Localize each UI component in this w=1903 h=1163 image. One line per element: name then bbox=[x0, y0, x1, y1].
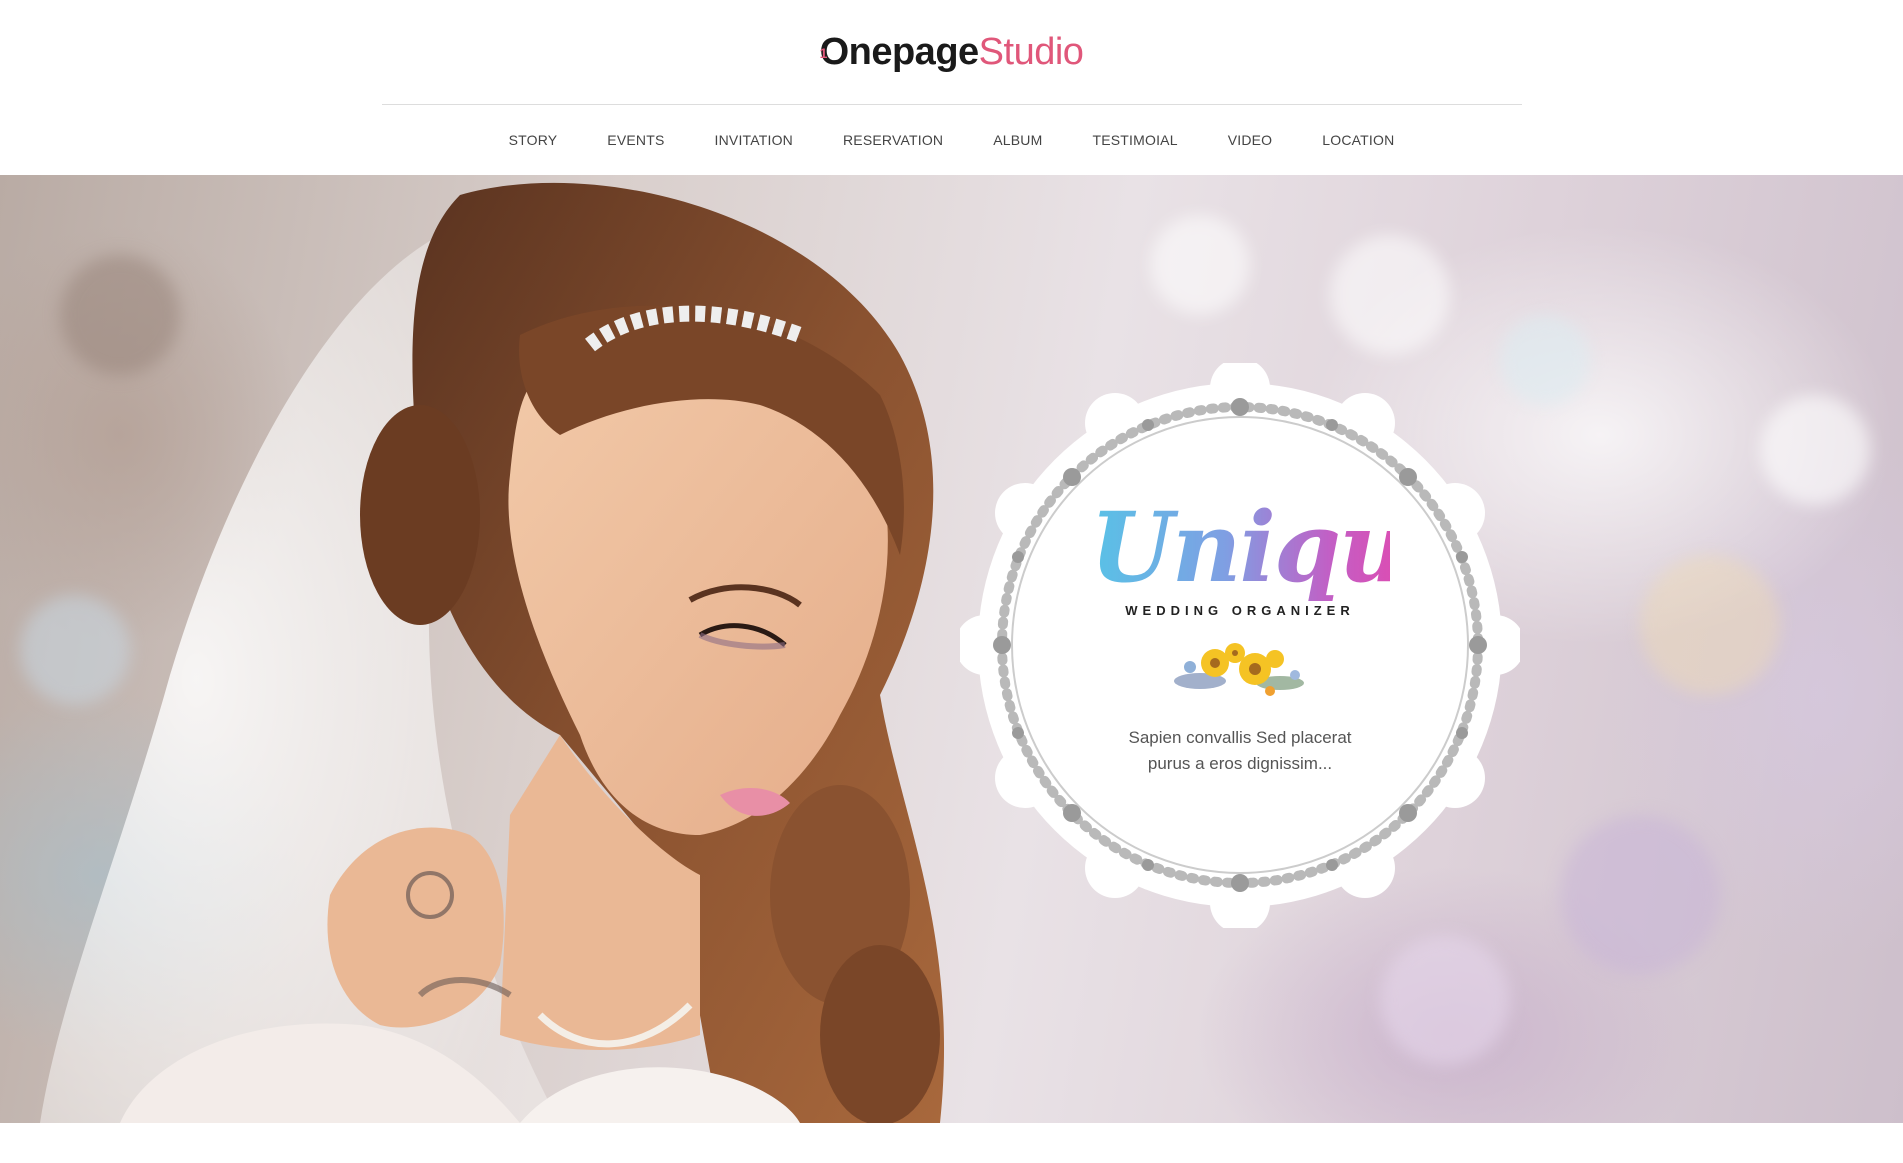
hero-badge: Unique WEDDING ORGANIZER Sapien convalli… bbox=[960, 363, 1520, 928]
nav-item-events[interactable]: EVENTS bbox=[582, 128, 689, 152]
nav-item-story[interactable]: STORY bbox=[484, 128, 583, 152]
logo-digit: 1 bbox=[819, 45, 828, 61]
nav-item-video[interactable]: VIDEO bbox=[1203, 128, 1298, 152]
nav-item-location[interactable]: LOCATION bbox=[1297, 128, 1419, 152]
logo-text-dark: nepage bbox=[848, 31, 980, 73]
badge-description: Sapien convallis Sed placerat purus a er… bbox=[1090, 725, 1390, 777]
bokeh-light bbox=[1640, 555, 1780, 695]
bokeh-light bbox=[1150, 215, 1250, 315]
bokeh-light bbox=[1380, 935, 1510, 1065]
flower-bouquet-icon bbox=[1174, 643, 1304, 696]
badge-text-line-1: Sapien convallis Sed placerat bbox=[1128, 728, 1352, 747]
nav-item-invitation[interactable]: INVITATION bbox=[690, 128, 818, 152]
badge-title: Unique bbox=[1090, 491, 1468, 604]
hero-banner: Unique WEDDING ORGANIZER Sapien convalli… bbox=[0, 175, 1903, 1123]
site-header: 1 OnepageStudio STORY EVENTS INVITATION R… bbox=[0, 0, 1903, 175]
header-divider bbox=[382, 104, 1522, 105]
nav-item-testimonial[interactable]: TESTIMOIAL bbox=[1067, 128, 1202, 152]
logo-text-accent: Studio bbox=[978, 31, 1084, 73]
nav-item-album[interactable]: ALBUM bbox=[968, 128, 1067, 152]
site-logo[interactable]: 1 OnepageStudio bbox=[0, 24, 1903, 80]
nav-item-reservation[interactable]: RESERVATION bbox=[818, 128, 968, 152]
bokeh-light bbox=[1330, 235, 1450, 355]
logo-mark: 1O bbox=[820, 31, 850, 73]
bride-photo bbox=[40, 182, 945, 1123]
bokeh-light bbox=[1760, 395, 1870, 505]
badge-subtitle: WEDDING ORGANIZER bbox=[1125, 603, 1355, 618]
main-nav: STORY EVENTS INVITATION RESERVATION ALBU… bbox=[0, 128, 1903, 152]
badge-text-line-2: purus a eros dignissim... bbox=[1147, 754, 1333, 773]
bokeh-light bbox=[1560, 815, 1720, 975]
